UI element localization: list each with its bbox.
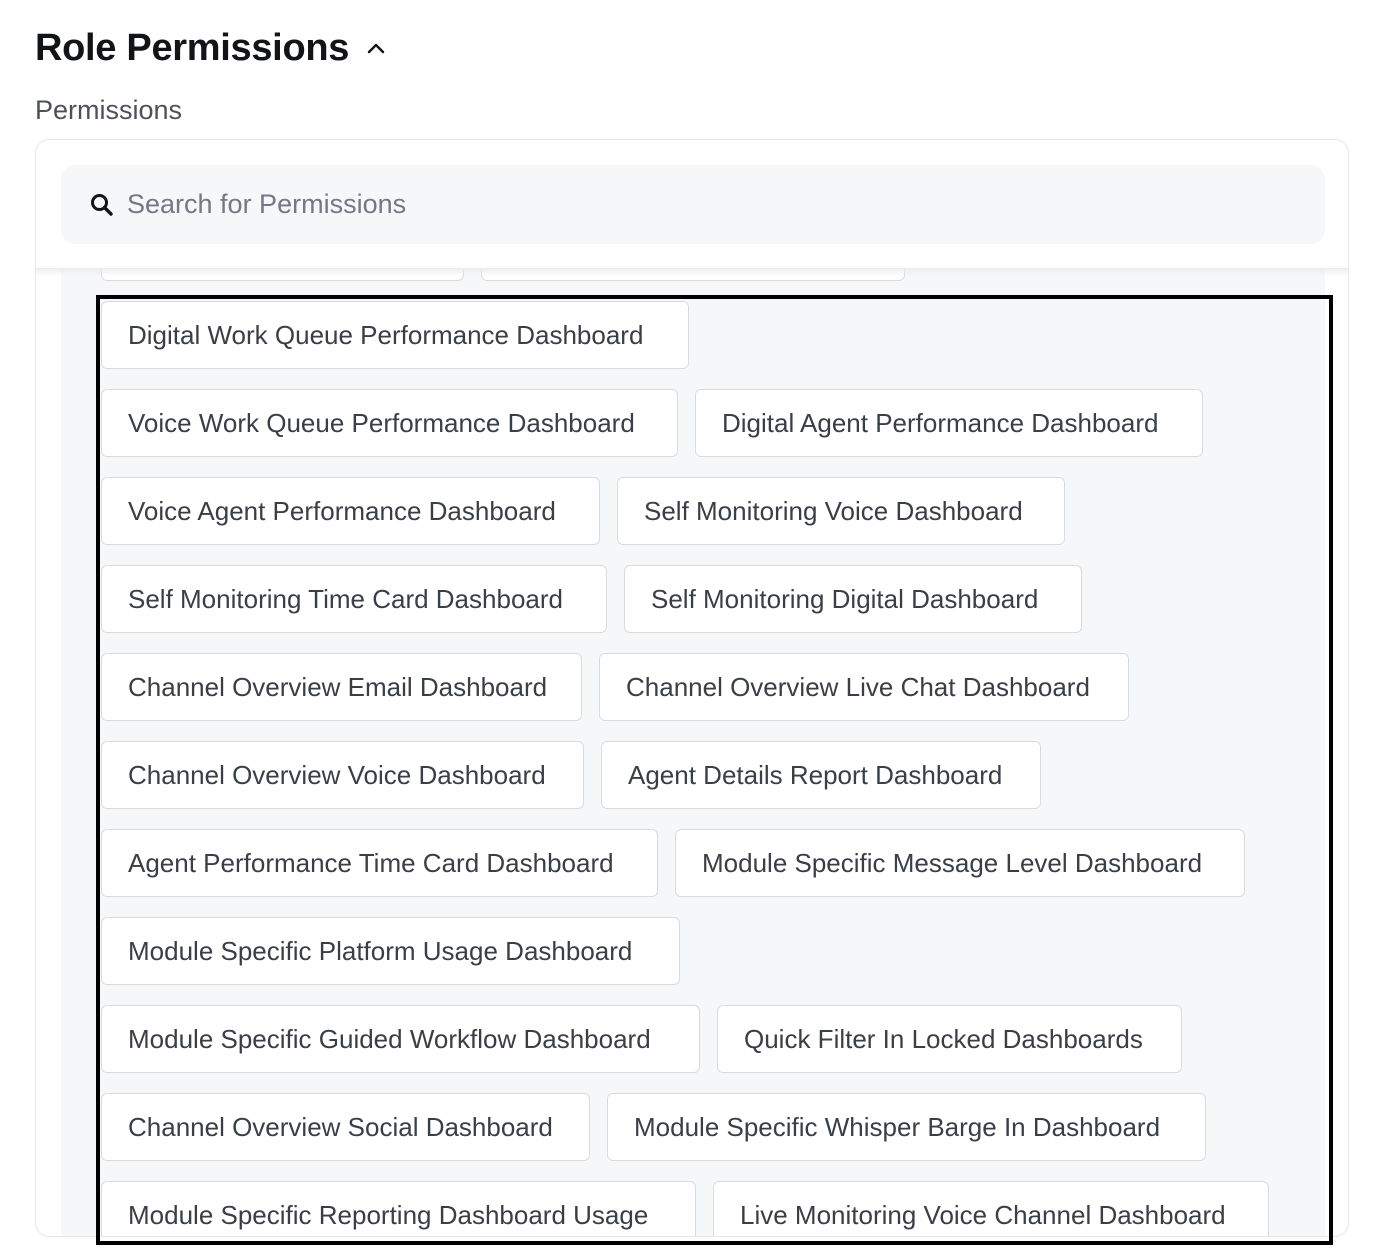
permission-chip[interactable]: Digital Agent Performance Dashboard xyxy=(695,389,1203,457)
permission-chip[interactable]: Self Monitoring Voice Dashboard xyxy=(617,477,1065,545)
permission-chip[interactable]: Self Monitoring Time Card Dashboard xyxy=(101,565,607,633)
permission-chip[interactable]: Voice Work Queue Performance Dashboard xyxy=(101,389,678,457)
role-permissions-toggle[interactable]: Role Permissions xyxy=(35,22,387,74)
permission-chip[interactable]: Module Specific Message Level Dashboard xyxy=(675,829,1245,897)
permission-chip[interactable]: Module Specific Whisper Barge In Dashboa… xyxy=(607,1093,1206,1161)
permissions-label: Permissions xyxy=(35,95,183,125)
chevron-up-icon xyxy=(367,43,385,54)
permission-chip[interactable]: Self Monitoring Digital Dashboard xyxy=(624,565,1082,633)
permissions-panel: Digital Work Queue Performance Dashboard… xyxy=(35,139,1349,1237)
permission-chip[interactable]: Module Specific Platform Usage Dashboard xyxy=(101,917,680,985)
permission-chip[interactable]: Agent Performance Time Card Dashboard xyxy=(101,829,658,897)
permission-chip[interactable]: Channel Overview Email Dashboard xyxy=(101,653,582,721)
permission-chip[interactable]: Quick Filter In Locked Dashboards xyxy=(717,1005,1182,1073)
permission-chip[interactable]: Channel Overview Live Chat Dashboard xyxy=(599,653,1129,721)
search-icon xyxy=(91,194,113,216)
search-permissions-input[interactable] xyxy=(127,165,1307,244)
search-bar xyxy=(61,165,1325,244)
section-title: Role Permissions xyxy=(35,26,350,69)
permission-chip[interactable]: Channel Overview Voice Dashboard xyxy=(101,741,584,809)
permissions-list[interactable]: Digital Work Queue Performance Dashboard… xyxy=(61,268,1325,1236)
permission-chip[interactable]: Digital Work Queue Performance Dashboard xyxy=(101,301,689,369)
permission-chip[interactable]: Agent Details Report Dashboard xyxy=(601,741,1041,809)
permission-chip[interactable]: Channel Overview Social Dashboard xyxy=(101,1093,590,1161)
permission-chip[interactable]: Live Monitoring Voice Channel Dashboard xyxy=(713,1181,1269,1236)
permission-chip[interactable]: Module Specific Guided Workflow Dashboar… xyxy=(101,1005,700,1073)
permission-chip[interactable]: Voice Agent Performance Dashboard xyxy=(101,477,600,545)
scroll-shadow xyxy=(36,268,1348,276)
permission-chip[interactable]: Module Specific Reporting Dashboard Usag… xyxy=(101,1181,696,1236)
role-permissions-page: Role Permissions Permissions Digital Wor… xyxy=(0,0,1374,1254)
